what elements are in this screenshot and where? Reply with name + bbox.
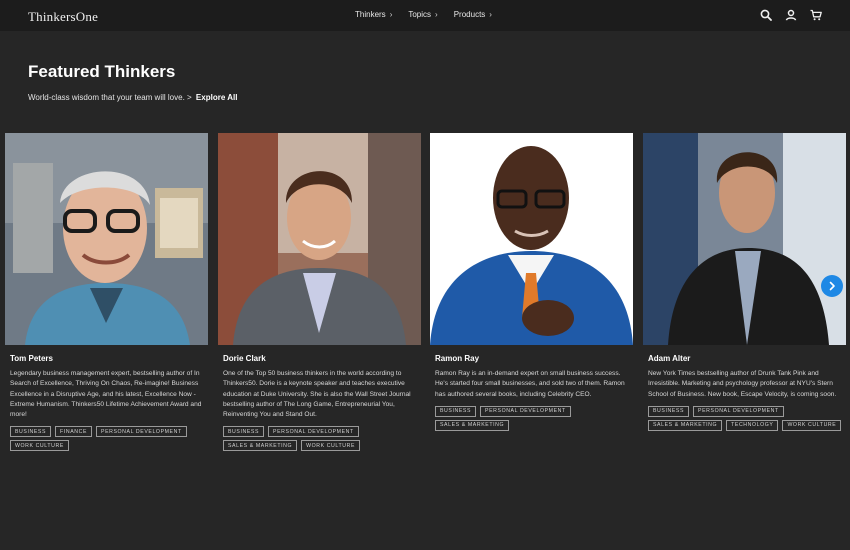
search-icon[interactable] bbox=[760, 9, 772, 21]
thinker-name[interactable]: Tom Peters bbox=[10, 354, 208, 363]
thinker-photo[interactable] bbox=[643, 133, 846, 345]
topic-tag[interactable]: Work Culture bbox=[10, 440, 69, 452]
page-title: Featured Thinkers bbox=[28, 62, 176, 81]
thinker-card[interactable]: Dorie Clark One of the Top 50 business t… bbox=[218, 133, 423, 452]
thinker-card[interactable]: Adam Alter New York Times bestselling au… bbox=[643, 133, 846, 431]
chevron-right-icon bbox=[829, 281, 835, 291]
thinker-bio: Ramon Ray is an in-demand expert on smal… bbox=[435, 370, 625, 398]
topic-tag[interactable]: Business bbox=[223, 426, 265, 438]
thinker-name[interactable]: Adam Alter bbox=[648, 354, 846, 363]
topic-tag[interactable]: Personal Development bbox=[268, 426, 359, 438]
thinker-tags: Business Finance Personal Development Wo… bbox=[10, 426, 210, 452]
thinker-photo[interactable] bbox=[5, 133, 208, 345]
user-icon[interactable] bbox=[785, 9, 797, 21]
cart-icon[interactable] bbox=[810, 9, 822, 21]
thinker-name[interactable]: Ramon Ray bbox=[435, 354, 633, 363]
thinker-tags: Business Personal Development Sales & Ma… bbox=[435, 405, 635, 431]
hero-subtitle-text: World-class wisdom that your team will l… bbox=[28, 93, 192, 102]
chevron-right-icon: › bbox=[435, 10, 438, 19]
topic-tag[interactable]: Business bbox=[10, 426, 52, 438]
topic-tag[interactable]: Personal Development bbox=[96, 426, 187, 438]
topic-tag[interactable]: Work Culture bbox=[301, 440, 361, 452]
topic-tag[interactable]: Work Culture bbox=[782, 419, 842, 431]
topic-tag[interactable]: Sales & Marketing bbox=[223, 440, 298, 452]
main-nav: Thinkers › Topics › Products › bbox=[355, 10, 492, 19]
thinker-bio: Legendary business management expert, be… bbox=[10, 370, 202, 419]
topic-tag[interactable]: Business bbox=[435, 405, 477, 417]
nav-products-label: Products bbox=[453, 10, 486, 19]
nav-topics-label: Topics bbox=[408, 10, 432, 19]
top-nav-bar: ThinkersOne Thinkers › Topics › Products… bbox=[0, 0, 850, 31]
site-logo[interactable]: ThinkersOne bbox=[28, 9, 98, 25]
thinker-tags: Business Personal Development Sales & Ma… bbox=[648, 405, 848, 431]
thinker-photo[interactable] bbox=[430, 133, 633, 345]
chevron-right-icon: › bbox=[489, 10, 492, 19]
header-icons bbox=[760, 9, 822, 21]
explore-all-link[interactable]: Explore All bbox=[196, 93, 238, 102]
nav-products[interactable]: Products › bbox=[454, 10, 492, 19]
topic-tag[interactable]: Technology bbox=[726, 419, 779, 431]
topic-tag[interactable]: Sales & Marketing bbox=[435, 419, 510, 431]
nav-thinkers[interactable]: Thinkers › bbox=[355, 10, 392, 19]
nav-topics[interactable]: Topics › bbox=[408, 10, 437, 19]
thinker-photo[interactable] bbox=[218, 133, 421, 345]
thinker-bio: New York Times bestselling author of Dru… bbox=[648, 370, 837, 398]
nav-thinkers-label: Thinkers bbox=[355, 10, 386, 19]
topic-tag[interactable]: Sales & Marketing bbox=[648, 419, 723, 431]
chevron-right-icon: › bbox=[389, 10, 393, 19]
topic-tag[interactable]: Personal Development bbox=[480, 405, 571, 417]
topic-tag[interactable]: Business bbox=[648, 405, 690, 417]
thinker-card[interactable]: Tom Peters Legendary business management… bbox=[5, 133, 210, 452]
thinker-tags: Business Personal Development Sales & Ma… bbox=[223, 426, 423, 452]
thinker-card[interactable]: Ramon Ray Ramon Ray is an in-demand expe… bbox=[430, 133, 633, 431]
hero-subtitle: World-class wisdom that your team will l… bbox=[28, 93, 237, 102]
thinker-name[interactable]: Dorie Clark bbox=[223, 354, 421, 363]
topic-tag[interactable]: Personal Development bbox=[693, 405, 784, 417]
topic-tag[interactable]: Finance bbox=[55, 426, 93, 438]
carousel-next-button[interactable] bbox=[821, 275, 843, 297]
thinker-bio: One of the Top 50 business thinkers in t… bbox=[223, 370, 411, 419]
